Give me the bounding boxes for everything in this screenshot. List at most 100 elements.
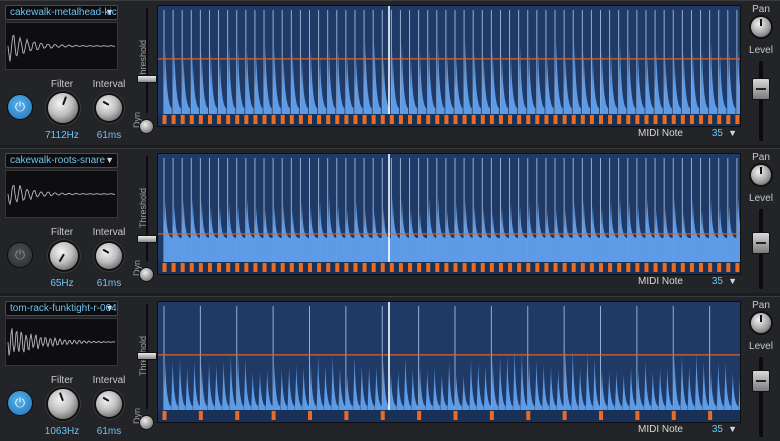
trigger-marker[interactable] xyxy=(417,263,422,272)
trigger-marker[interactable] xyxy=(480,115,485,124)
trigger-marker[interactable] xyxy=(480,263,485,272)
pan-knob[interactable] xyxy=(751,165,771,185)
trigger-marker[interactable] xyxy=(289,115,294,124)
dyn-knob[interactable] xyxy=(140,416,153,429)
trigger-marker[interactable] xyxy=(426,263,431,272)
trigger-marker[interactable] xyxy=(417,411,422,420)
trigger-marker[interactable] xyxy=(335,263,340,272)
trigger-marker[interactable] xyxy=(262,115,267,124)
trigger-marker[interactable] xyxy=(662,263,667,272)
trigger-marker[interactable] xyxy=(517,115,522,124)
trigger-marker[interactable] xyxy=(353,263,358,272)
level-slider-rail[interactable] xyxy=(759,61,763,141)
trigger-marker[interactable] xyxy=(344,115,349,124)
trigger-marker[interactable] xyxy=(380,115,385,124)
trigger-marker[interactable] xyxy=(726,115,731,124)
trigger-marker[interactable] xyxy=(380,263,385,272)
trigger-marker[interactable] xyxy=(708,263,713,272)
trigger-marker[interactable] xyxy=(326,263,331,272)
midi-note-selector[interactable]: MIDI Note 35 ▼ xyxy=(157,128,741,140)
waveform-display[interactable] xyxy=(157,5,741,127)
trigger-marker[interactable] xyxy=(562,115,567,124)
trigger-marker[interactable] xyxy=(280,263,285,272)
trigger-marker[interactable] xyxy=(389,115,394,124)
trigger-marker[interactable] xyxy=(217,115,222,124)
trigger-marker[interactable] xyxy=(489,115,494,124)
filter-knob[interactable] xyxy=(48,389,78,419)
trigger-marker[interactable] xyxy=(462,115,467,124)
trigger-marker[interactable] xyxy=(571,115,576,124)
trigger-marker[interactable] xyxy=(635,263,640,272)
trigger-marker[interactable] xyxy=(317,263,322,272)
dropdown-arrow-icon[interactable]: ▼ xyxy=(105,303,114,313)
waveform-display[interactable] xyxy=(157,153,741,275)
trigger-marker[interactable] xyxy=(253,263,258,272)
threshold-slider-rail[interactable] xyxy=(146,156,148,261)
trigger-marker[interactable] xyxy=(444,115,449,124)
trigger-marker[interactable] xyxy=(508,263,513,272)
trigger-marker[interactable] xyxy=(344,411,349,420)
trigger-marker[interactable] xyxy=(253,115,258,124)
trigger-marker[interactable] xyxy=(226,115,231,124)
trigger-marker[interactable] xyxy=(317,115,322,124)
trigger-marker[interactable] xyxy=(735,263,740,272)
trigger-marker[interactable] xyxy=(699,115,704,124)
trigger-marker[interactable] xyxy=(162,115,167,124)
trigger-marker[interactable] xyxy=(326,115,331,124)
trigger-marker[interactable] xyxy=(308,263,312,272)
trigger-marker[interactable] xyxy=(471,115,476,124)
trigger-marker[interactable] xyxy=(562,411,567,420)
trigger-marker[interactable] xyxy=(599,263,603,272)
trigger-marker[interactable] xyxy=(599,115,603,124)
trigger-marker[interactable] xyxy=(653,263,658,272)
trigger-marker[interactable] xyxy=(398,263,403,272)
trigger-marker[interactable] xyxy=(398,115,403,124)
trigger-marker[interactable] xyxy=(389,263,394,272)
trigger-marker[interactable] xyxy=(608,263,613,272)
trigger-marker[interactable] xyxy=(571,263,576,272)
trigger-marker[interactable] xyxy=(217,263,222,272)
trigger-marker[interactable] xyxy=(508,115,513,124)
trigger-marker[interactable] xyxy=(371,115,376,124)
trigger-marker[interactable] xyxy=(198,411,203,420)
trigger-marker[interactable] xyxy=(207,115,212,124)
power-button[interactable]: ⏻ xyxy=(8,95,32,119)
trigger-marker[interactable] xyxy=(298,115,303,124)
trigger-marker[interactable] xyxy=(298,263,303,272)
trigger-marker[interactable] xyxy=(671,115,676,124)
trigger-marker[interactable] xyxy=(371,263,376,272)
trigger-marker[interactable] xyxy=(280,115,285,124)
trigger-marker[interactable] xyxy=(662,115,667,124)
pan-knob[interactable] xyxy=(751,313,771,333)
filter-knob[interactable] xyxy=(50,242,78,270)
trigger-marker[interactable] xyxy=(162,411,167,420)
trigger-marker[interactable] xyxy=(635,115,640,124)
trigger-marker[interactable] xyxy=(544,115,549,124)
trigger-marker[interactable] xyxy=(180,115,185,124)
trigger-marker[interactable] xyxy=(680,115,685,124)
trigger-marker[interactable] xyxy=(680,263,685,272)
trigger-marker[interactable] xyxy=(408,115,413,124)
dropdown-arrow-icon[interactable]: ▼ xyxy=(105,155,114,165)
trigger-marker[interactable] xyxy=(644,263,649,272)
trigger-marker[interactable] xyxy=(489,263,494,272)
interval-knob[interactable] xyxy=(96,95,122,121)
trigger-marker[interactable] xyxy=(244,263,249,272)
sample-selector[interactable]: cakewalk-metalhead-kic ▼ xyxy=(5,5,118,20)
trigger-marker[interactable] xyxy=(535,115,540,124)
trigger-marker[interactable] xyxy=(471,263,476,272)
trigger-marker[interactable] xyxy=(180,263,185,272)
trigger-marker[interactable] xyxy=(189,115,194,124)
trigger-marker[interactable] xyxy=(171,115,176,124)
trigger-marker[interactable] xyxy=(226,263,231,272)
trigger-marker[interactable] xyxy=(498,115,503,124)
dropdown-arrow-icon[interactable]: ▼ xyxy=(105,7,114,17)
trigger-marker[interactable] xyxy=(308,115,312,124)
trigger-marker[interactable] xyxy=(362,263,367,272)
dropdown-arrow-icon[interactable]: ▼ xyxy=(728,424,737,434)
trigger-marker[interactable] xyxy=(417,115,422,124)
trigger-marker[interactable] xyxy=(426,115,431,124)
dropdown-arrow-icon[interactable]: ▼ xyxy=(728,276,737,286)
trigger-marker[interactable] xyxy=(644,115,649,124)
trigger-marker[interactable] xyxy=(617,263,622,272)
